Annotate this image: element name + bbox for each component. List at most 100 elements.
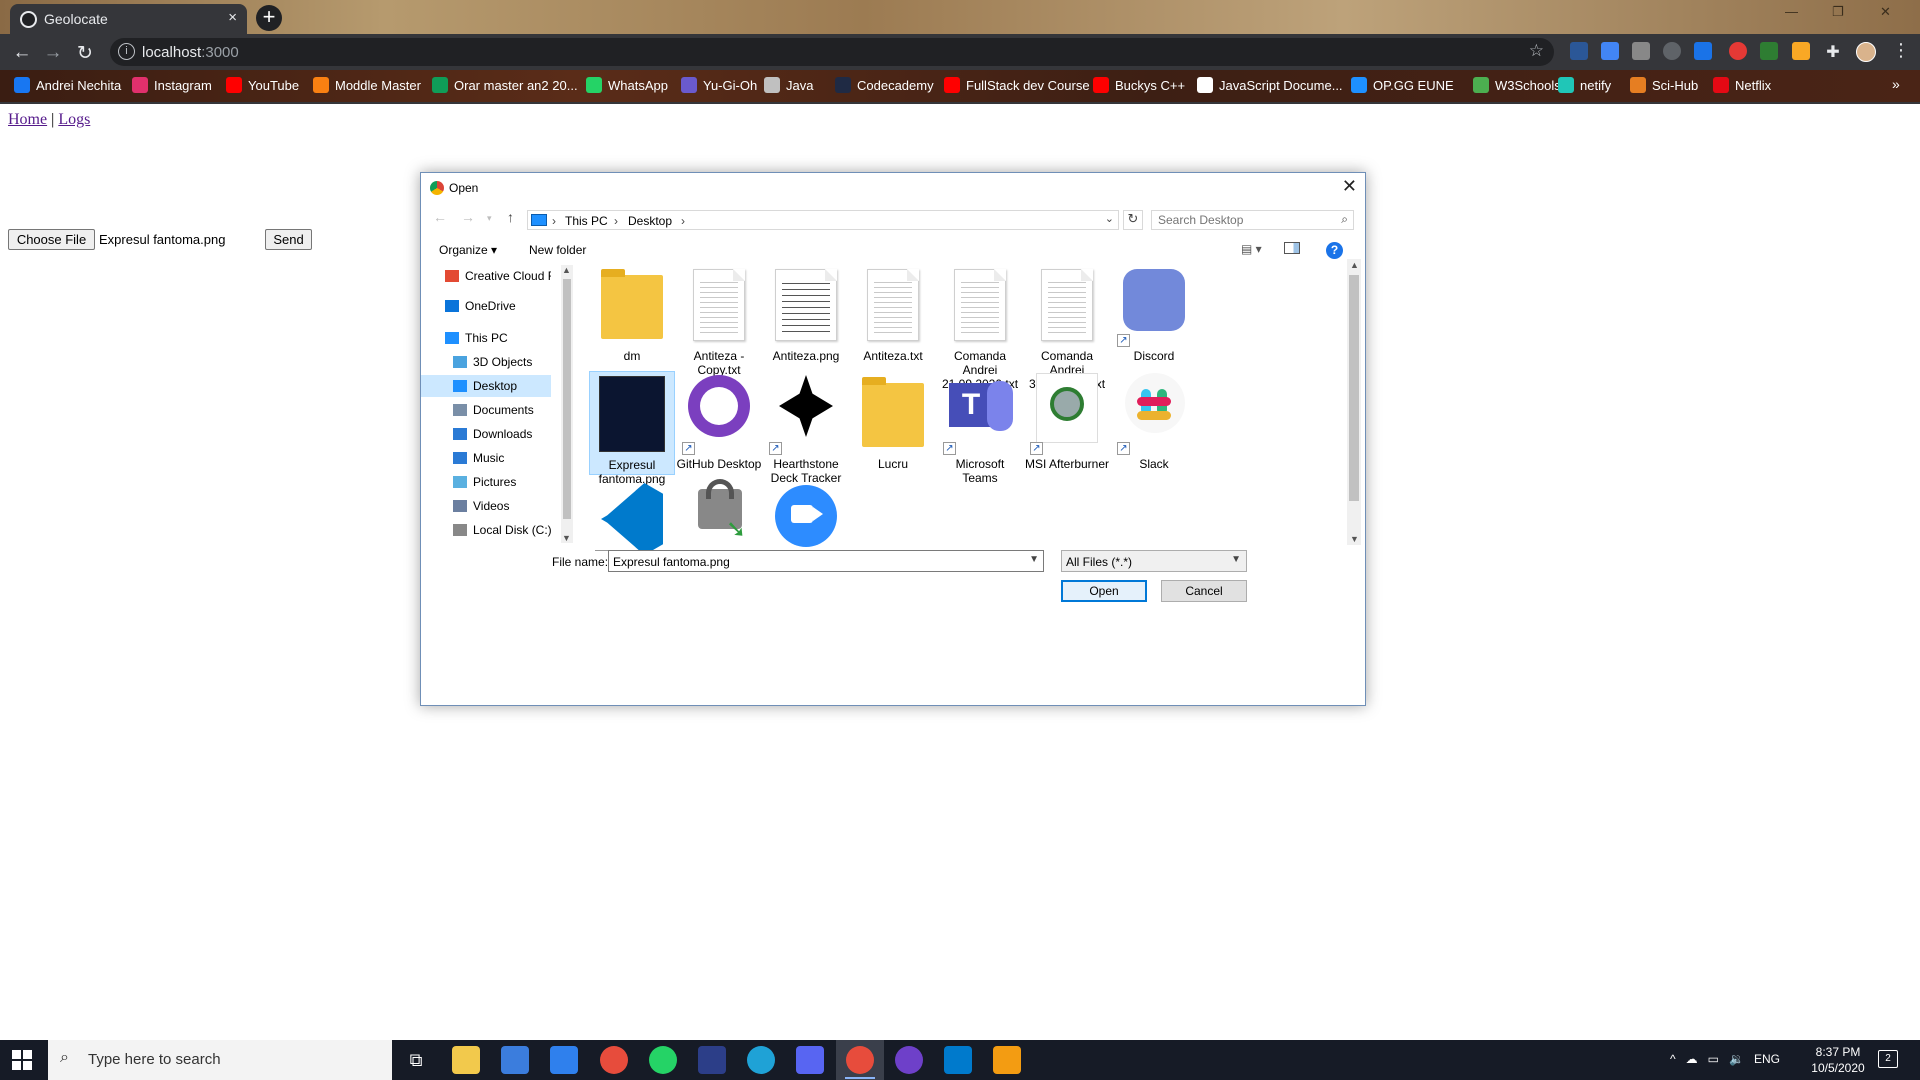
bookmark-2[interactable]: YouTube (226, 77, 299, 95)
bookmark-12[interactable]: OP.GG EUNE (1351, 77, 1454, 95)
bookmark-6[interactable]: Yu-Gi-Oh (681, 77, 757, 95)
bookmarks-overflow-icon[interactable]: » (1892, 76, 1900, 92)
whatsapp-icon[interactable] (649, 1046, 677, 1074)
bookmark-9[interactable]: FullStack dev Course (944, 77, 1090, 95)
cancel-button[interactable]: Cancel (1161, 580, 1247, 602)
new-folder-button[interactable]: New folder (529, 243, 586, 257)
nav-scrollbar[interactable]: ▲ ▼ (561, 265, 573, 543)
nav-item[interactable]: Documents (421, 399, 551, 421)
scroll-down-icon[interactable]: ▼ (1350, 534, 1359, 544)
bookmark-8[interactable]: Codecademy (835, 77, 934, 95)
logs-link[interactable]: Logs (58, 111, 90, 128)
forward-arrow-icon[interactable]: → (40, 42, 66, 64)
reload-icon[interactable]: ↻ (72, 42, 98, 65)
open-button[interactable]: Open (1061, 580, 1147, 602)
onedrive-icon[interactable]: ☁ (1686, 1052, 1698, 1066)
up-folder-icon[interactable]: ↑ (507, 209, 514, 225)
scroll-up-icon[interactable]: ▲ (562, 265, 571, 275)
preview-pane-icon[interactable] (1284, 242, 1300, 254)
notifications-icon[interactable]: 2 (1878, 1050, 1898, 1068)
bookmark-15[interactable]: Sci-Hub (1630, 77, 1698, 95)
volume-icon[interactable]: 🔉 (1729, 1052, 1744, 1066)
translate-extension-icon[interactable] (1601, 42, 1619, 60)
back-arrow-icon[interactable]: ← (9, 42, 35, 64)
close-window-button[interactable]: ✕ (1880, 4, 1891, 20)
bookmark-11[interactable]: JavaScript Docume... (1197, 77, 1343, 95)
file-item[interactable]: Comanda Andrei 21.09.2020.txt (937, 263, 1023, 391)
chevron-up-icon[interactable]: ^ (1670, 1052, 1676, 1066)
help-icon[interactable]: ? (1326, 242, 1343, 259)
search-input[interactable] (1158, 213, 1328, 227)
mail-icon[interactable] (550, 1046, 578, 1074)
file-item[interactable]: ➘↗ (676, 479, 762, 551)
bookmark-star-icon[interactable]: ☆ (1529, 41, 1544, 61)
word-extension-icon[interactable] (1570, 42, 1588, 60)
address-bar[interactable]: i localhost:3000 ☆ (110, 38, 1554, 66)
file-item[interactable]: Comanda Andrei 30.08.2020.txt (1024, 263, 1110, 391)
file-item[interactable]: ↗ Slack (1111, 371, 1197, 475)
breadcrumb-desktop[interactable]: Desktop (628, 214, 672, 228)
file-item[interactable]: Antiteza.png (763, 263, 849, 367)
bookmark-0[interactable]: Andrei Nechita (14, 77, 121, 95)
sourcetree-icon[interactable] (993, 1046, 1021, 1074)
chevron-down-icon[interactable]: ▼ (1231, 554, 1241, 565)
extension-icon[interactable] (1792, 42, 1810, 60)
forward-arrow-icon[interactable]: → (461, 209, 475, 225)
language-indicator[interactable]: ENG (1754, 1052, 1780, 1066)
windows-start-icon[interactable] (12, 1050, 32, 1070)
browser-menu-icon[interactable]: ⋮ (1892, 40, 1910, 61)
minimize-button[interactable]: — (1785, 4, 1798, 19)
react-devtools-icon[interactable] (1663, 42, 1681, 60)
chrome-active-icon[interactable] (846, 1046, 874, 1074)
bookmark-5[interactable]: WhatsApp (586, 77, 668, 95)
file-explorer-icon[interactable] (452, 1046, 480, 1074)
file-grid-scrollbar[interactable]: ▲ ▼ (1347, 259, 1361, 545)
file-name-field[interactable]: Expresul fantoma.png ▼ (608, 550, 1044, 572)
nav-item[interactable]: Pictures (421, 471, 551, 493)
scroll-thumb[interactable] (563, 279, 571, 519)
path-breadcrumb[interactable]: › This PC › Desktop › ⌄ (527, 210, 1119, 230)
bookmark-1[interactable]: Instagram (132, 77, 212, 95)
bookmark-7[interactable]: Java (764, 77, 813, 95)
chevron-down-icon[interactable]: ▼ (1029, 554, 1039, 565)
nav-item[interactable]: OneDrive (421, 295, 551, 317)
scroll-down-icon[interactable]: ▼ (562, 533, 571, 543)
extensions-puzzle-icon[interactable]: ✚ (1824, 42, 1842, 61)
discord-icon[interactable] (796, 1046, 824, 1074)
store-icon[interactable] (501, 1046, 529, 1074)
nav-item[interactable]: Downloads (421, 423, 551, 445)
active-tab[interactable]: Geolocate × (10, 4, 247, 34)
bookmark-10[interactable]: Buckys C++ (1093, 77, 1185, 95)
file-item[interactable]: Lucru (850, 371, 936, 475)
nav-item[interactable]: This PC (421, 327, 551, 349)
profile-avatar[interactable] (1856, 42, 1876, 62)
organize-button[interactable]: Organize ▾ (439, 243, 497, 257)
file-item[interactable]: T ↗ Microsoft Teams (937, 371, 1023, 485)
dialog-close-button[interactable]: ✕ (1342, 176, 1357, 197)
task-view-icon[interactable]: ⧉ (402, 1046, 430, 1074)
file-item[interactable]: Antiteza - Copy.txt (676, 263, 762, 377)
bookmark-13[interactable]: W3Schools (1473, 77, 1561, 95)
extension-icon[interactable] (1632, 42, 1650, 60)
site-info-icon[interactable]: i (118, 43, 135, 60)
bookmark-4[interactable]: Orar master an2 20... (432, 77, 578, 95)
taskbar-search[interactable]: ⌕ Type here to search (48, 1040, 392, 1080)
chrome-icon[interactable] (600, 1046, 628, 1074)
scroll-up-icon[interactable]: ▲ (1350, 260, 1359, 270)
change-view-icon[interactable]: ▤ ▾ (1241, 242, 1262, 256)
bookmark-3[interactable]: Moddle Master (313, 77, 421, 95)
nav-item[interactable]: Creative Cloud Fil (421, 265, 551, 287)
file-item[interactable]: ↗ Hearthstone Deck Tracker (763, 371, 849, 485)
home-link[interactable]: Home (8, 111, 47, 128)
scroll-thumb[interactable] (1349, 275, 1359, 501)
file-type-select[interactable]: All Files (*.*) ▼ (1061, 550, 1247, 572)
recent-locations-icon[interactable]: ▾ (487, 213, 492, 224)
nav-item[interactable]: VERBATIM HD (D (421, 543, 551, 545)
file-item[interactable]: ↗ GitHub Desktop (676, 371, 762, 475)
choose-file-button[interactable]: Choose File (8, 229, 95, 250)
extension-icon[interactable] (1694, 42, 1712, 60)
opera-extension-icon[interactable] (1729, 42, 1747, 60)
github-desktop-icon[interactable] (895, 1046, 923, 1074)
file-item[interactable]: ↗ MSI Afterburner (1024, 371, 1110, 475)
restore-button[interactable]: ❐ (1832, 4, 1844, 20)
